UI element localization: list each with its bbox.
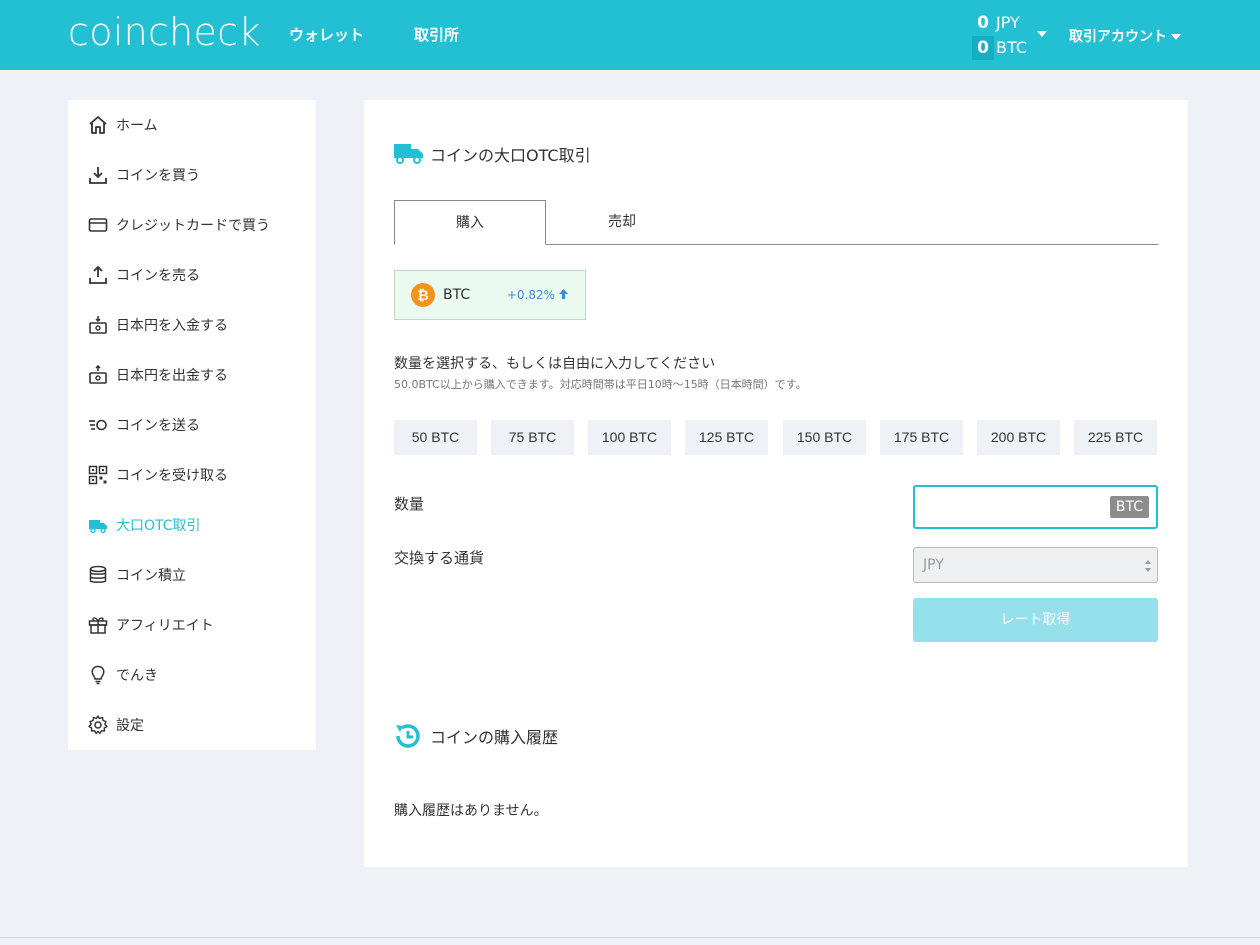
tab-buy[interactable]: 購入 — [394, 200, 546, 245]
trade-tabs: 購入 売却 — [394, 200, 1158, 245]
coin-change: +0.82% — [507, 288, 569, 303]
arrow-up-icon — [558, 288, 569, 303]
quantity-option-50[interactable]: 50 BTC — [394, 420, 477, 455]
balance-jpy-amount: 0 — [977, 13, 989, 33]
sidebar-item-label: コインを送る — [116, 418, 200, 434]
credit-card-icon — [88, 215, 108, 235]
balance-btc-currency: BTC — [996, 38, 1027, 57]
quantity-input[interactable] — [915, 487, 1105, 527]
quantity-option-200[interactable]: 200 BTC — [977, 420, 1060, 455]
database-icon — [88, 565, 108, 585]
sidebar-item-label: コインを買う — [116, 168, 200, 184]
lightbulb-icon — [88, 665, 108, 685]
coin-change-value: +0.82% — [506, 288, 555, 302]
currency-select[interactable]: JPY — [913, 547, 1158, 583]
sidebar-item-label: 設定 — [116, 718, 144, 734]
sidebar-item-label: コインを売る — [116, 268, 200, 284]
history-title: コインの購入履歴 — [394, 722, 558, 750]
instruction-subtext: 50.0BTC以上から購入できます。対応時間帯は平日10時〜15時（日本時間）で… — [394, 378, 807, 391]
sidebar-item-label: 日本円を入金する — [116, 318, 228, 334]
balance-btc[interactable]: 0 BTC — [972, 36, 1042, 60]
truck-icon — [88, 515, 108, 535]
balance-jpy[interactable]: 0 JPY — [972, 11, 1042, 35]
quantity-option-125[interactable]: 125 BTC — [685, 420, 768, 455]
select-arrows-icon — [1144, 558, 1152, 574]
sidebar-item-settings[interactable]: 設定 — [68, 700, 316, 750]
account-menu[interactable]: 取引アカウント — [1069, 26, 1181, 46]
sidebar-item-deposit-jpy[interactable]: 日本円を入金する — [68, 300, 316, 350]
quantity-option-225[interactable]: 225 BTC — [1074, 420, 1157, 455]
sidebar-item-label: ホーム — [116, 118, 158, 134]
quantity-option-100[interactable]: 100 BTC — [588, 420, 671, 455]
quantity-option-75[interactable]: 75 BTC — [491, 420, 574, 455]
truck-icon — [394, 142, 424, 166]
sidebar-item-label: アフィリエイト — [116, 618, 214, 634]
account-caret-icon — [1171, 34, 1181, 40]
sidebar-item-label: クレジットカードで買う — [116, 218, 270, 234]
sidebar-item-electricity[interactable]: でんき — [68, 650, 316, 700]
page-title-text: コインの大口OTC取引 — [430, 146, 591, 165]
gear-icon — [88, 715, 108, 735]
coin-name: BTC — [443, 287, 471, 303]
send-icon — [88, 415, 108, 435]
quantity-option-150[interactable]: 150 BTC — [783, 420, 866, 455]
sidebar-item-affiliate[interactable]: アフィリエイト — [68, 600, 316, 650]
sidebar-item-receive-coin[interactable]: コインを受け取る — [68, 450, 316, 500]
footer-divider — [0, 937, 1260, 938]
sidebar-item-label: コインを受け取る — [116, 468, 228, 484]
tab-sell[interactable]: 売却 — [546, 200, 698, 245]
currency-select-value: JPY — [923, 557, 944, 573]
quantity-option-175[interactable]: 175 BTC — [880, 420, 963, 455]
balance-dropdown-caret-icon[interactable] — [1037, 31, 1047, 37]
qr-code-icon — [88, 465, 108, 485]
sidebar-item-send-coin[interactable]: コインを送る — [68, 400, 316, 450]
sidebar-item-label: 日本円を出金する — [116, 368, 228, 384]
sidebar-item-label: でんき — [116, 668, 158, 684]
currency-label: 交換する通貨 — [394, 549, 485, 567]
quantity-unit-badge: BTC — [1109, 496, 1149, 518]
sidebar: ホーム コインを買う クレジットカードで買う コインを売る 日本円を入金する 日… — [68, 100, 316, 750]
bitcoin-icon: ₿ — [411, 283, 435, 307]
sidebar-item-home[interactable]: ホーム — [68, 100, 316, 150]
coin-card-btc[interactable]: ₿ BTC +0.82% — [394, 270, 586, 320]
withdraw-icon — [88, 365, 108, 385]
home-icon — [88, 115, 108, 135]
nav-exchange[interactable]: 取引所 — [414, 24, 459, 45]
upload-icon — [88, 265, 108, 285]
get-rate-button[interactable]: レート取得 — [913, 598, 1158, 642]
sidebar-item-coin-savings[interactable]: コイン積立 — [68, 550, 316, 600]
history-icon — [394, 722, 424, 750]
sidebar-item-buy-coin[interactable]: コインを買う — [68, 150, 316, 200]
quantity-label: 数量 — [394, 495, 425, 513]
sidebar-item-credit-card[interactable]: クレジットカードで買う — [68, 200, 316, 250]
logo[interactable]: coincheck — [68, 10, 261, 54]
quantity-field: BTC — [913, 485, 1158, 529]
balance-jpy-currency: JPY — [996, 13, 1020, 32]
sidebar-item-label: コイン積立 — [116, 568, 186, 584]
account-label: 取引アカウント — [1069, 29, 1167, 45]
sidebar-item-otc[interactable]: 大口OTC取引 — [68, 500, 316, 550]
sidebar-item-withdraw-jpy[interactable]: 日本円を出金する — [68, 350, 316, 400]
history-title-text: コインの購入履歴 — [430, 728, 559, 747]
page-title: コインの大口OTC取引 — [394, 142, 591, 166]
sidebar-item-label: 大口OTC取引 — [116, 518, 201, 534]
otc-panel: コインの大口OTC取引 購入 売却 ₿ BTC +0.82% 数量を選択する、も… — [364, 100, 1188, 867]
gift-icon — [88, 615, 108, 635]
empty-history-message: 購入履歴はありません。 — [394, 803, 548, 819]
deposit-icon — [88, 315, 108, 335]
download-icon — [88, 165, 108, 185]
nav-wallet[interactable]: ウォレット — [289, 24, 364, 45]
sidebar-item-sell-coin[interactable]: コインを売る — [68, 250, 316, 300]
instruction-text: 数量を選択する、もしくは自由に入力してください — [394, 356, 716, 372]
top-header: coincheck ウォレット 取引所 0 JPY 0 BTC 取引アカウント — [0, 0, 1260, 70]
balance-btc-amount: 0 — [972, 36, 994, 60]
